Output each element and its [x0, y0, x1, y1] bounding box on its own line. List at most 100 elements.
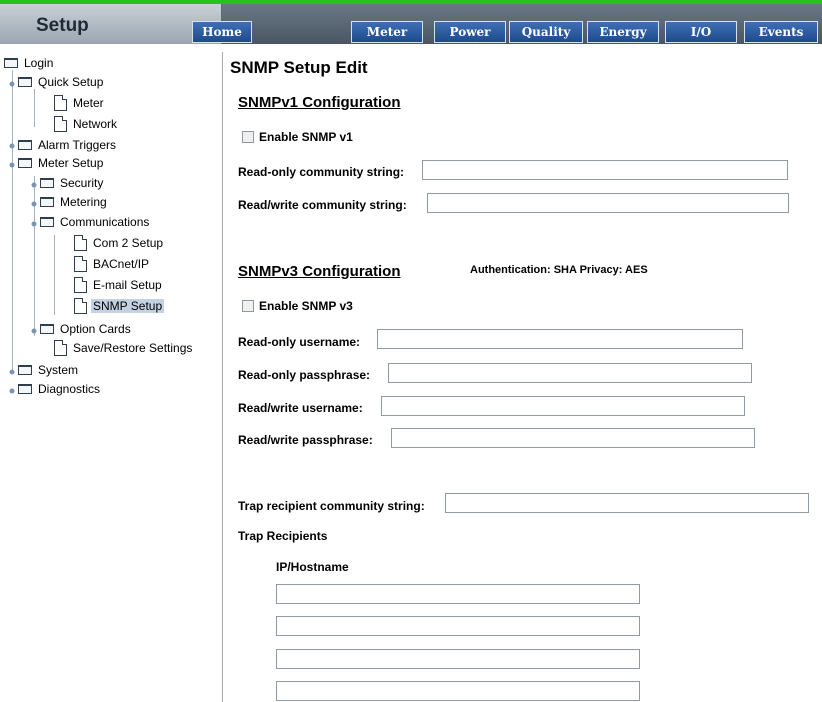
tree-item-save-restore[interactable]: Save/Restore Settings: [54, 339, 194, 357]
tree-item-label: Communications: [60, 215, 150, 229]
expand-toggle-icon[interactable]: [8, 161, 16, 169]
page-title: SNMP Setup Edit: [230, 58, 368, 77]
tree-item-label: SNMP Setup: [91, 299, 165, 313]
trap-recipient-input-2[interactable]: [276, 616, 640, 636]
page-icon: [54, 340, 67, 356]
tree-item-alarm-triggers[interactable]: Alarm Triggers: [18, 136, 118, 154]
folder-icon: [40, 324, 54, 334]
tree-item-label: Metering: [60, 195, 107, 209]
folder-icon: [40, 217, 54, 227]
tree-item-com2-setup[interactable]: Com 2 Setup: [74, 234, 165, 252]
nav-io-button[interactable]: I/O: [665, 21, 737, 43]
tree-item-security[interactable]: Security: [40, 174, 105, 192]
trap-community-input[interactable]: [445, 493, 809, 513]
enable-snmp-v1-checkbox[interactable]: [242, 131, 254, 143]
expand-toggle-icon[interactable]: [8, 368, 16, 376]
tree-item-label: Save/Restore Settings: [73, 341, 193, 355]
rw-passphrase-label: Read/write passphrase:: [238, 433, 373, 447]
main-content: SNMP Setup Edit SNMPv1 Configuration Ena…: [230, 52, 822, 702]
tree-item-label: Alarm Triggers: [38, 138, 117, 152]
sidebar-divider: [222, 52, 223, 702]
tree-item-label: E-mail Setup: [93, 278, 162, 292]
tree-item-bacnet-ip[interactable]: BACnet/IP: [74, 255, 151, 273]
tree-item-communications[interactable]: Communications: [40, 213, 151, 231]
folder-icon: [18, 77, 32, 87]
tree-item-label: Diagnostics: [38, 382, 101, 396]
tree-item-label: System: [38, 363, 79, 377]
tree-item-label: Com 2 Setup: [93, 236, 164, 250]
expand-toggle-icon[interactable]: [8, 142, 16, 150]
rw-community-input[interactable]: [427, 193, 789, 213]
trap-community-label: Trap recipient community string:: [238, 499, 425, 513]
tree-item-label: Meter: [73, 96, 104, 110]
ro-passphrase-input[interactable]: [388, 363, 752, 383]
tree-item-label: Security: [60, 176, 104, 190]
tree-item-label: BACnet/IP: [93, 257, 150, 271]
tree-connector: [54, 235, 55, 315]
rw-username-label: Read/write username:: [238, 401, 363, 415]
rw-passphrase-input[interactable]: [391, 428, 755, 448]
ro-community-input[interactable]: [422, 160, 788, 180]
folder-icon: [18, 140, 32, 150]
ro-community-label: Read-only community string:: [238, 165, 405, 179]
ro-username-label: Read-only username:: [238, 335, 361, 349]
tree-item-label: Network: [73, 117, 118, 131]
rw-username-input[interactable]: [381, 396, 745, 416]
tree-item-label: Quick Setup: [38, 75, 104, 89]
tree-item-option-cards[interactable]: Option Cards: [40, 320, 133, 338]
page-icon: [74, 235, 87, 251]
trap-recipient-input-1[interactable]: [276, 584, 640, 604]
tree-item-metering[interactable]: Metering: [40, 193, 109, 211]
trap-recipient-input-4[interactable]: [276, 681, 640, 701]
nav-home-button[interactable]: Home: [192, 21, 252, 43]
nav-meter-button[interactable]: Meter: [351, 21, 423, 43]
enable-snmp-v3-label: Enable SNMP v3: [259, 299, 353, 313]
tree-item-label: Option Cards: [60, 322, 131, 336]
trap-recipient-input-3[interactable]: [276, 649, 640, 669]
tree-connector: [34, 89, 35, 127]
tree-item-meter-setup[interactable]: Meter Setup: [18, 154, 105, 172]
tree-item-login[interactable]: Login: [4, 54, 55, 72]
ro-username-input[interactable]: [377, 329, 743, 349]
folder-icon: [18, 158, 32, 168]
snmpv1-section-title: SNMPv1 Configuration: [238, 94, 401, 111]
ip-hostname-header: IP/Hostname: [276, 560, 349, 574]
nav-quality-button[interactable]: Quality: [509, 21, 583, 43]
tree-item-network[interactable]: Network: [54, 115, 119, 133]
expand-toggle-icon[interactable]: [30, 181, 38, 189]
expand-toggle-icon[interactable]: [30, 327, 38, 335]
sidebar-tree: Login Quick Setup Meter Network Alarm Tr…: [0, 52, 222, 702]
tree-item-quick-setup[interactable]: Quick Setup: [18, 73, 105, 91]
auth-info: Authentication: SHA Privacy: AES: [470, 264, 648, 276]
expand-toggle-icon[interactable]: [30, 220, 38, 228]
folder-icon: [40, 178, 54, 188]
tree-item-meter[interactable]: Meter: [54, 94, 106, 112]
tree-item-system[interactable]: System: [18, 361, 80, 379]
folder-icon: [18, 384, 32, 394]
page-icon: [74, 256, 87, 272]
tree-item-diagnostics[interactable]: Diagnostics: [18, 380, 102, 398]
expand-toggle-icon[interactable]: [30, 200, 38, 208]
expand-toggle-icon[interactable]: [8, 80, 16, 88]
nav-energy-button[interactable]: Energy: [587, 21, 659, 43]
nav-power-button[interactable]: Power: [434, 21, 506, 43]
folder-icon: [40, 197, 54, 207]
section-title: Setup: [0, 4, 222, 44]
nav-events-button[interactable]: Events: [744, 21, 818, 43]
page-icon: [54, 116, 67, 132]
page-icon: [74, 298, 87, 314]
snmpv3-section-title: SNMPv3 Configuration: [238, 263, 401, 280]
tree-item-label: Meter Setup: [38, 156, 104, 170]
ro-passphrase-label: Read-only passphrase:: [238, 368, 371, 382]
page-icon: [74, 277, 87, 293]
folder-icon: [4, 58, 18, 68]
tree-item-label: Login: [24, 56, 54, 70]
expand-toggle-icon[interactable]: [8, 387, 16, 395]
folder-icon: [18, 365, 32, 375]
trap-recipients-label: Trap Recipients: [238, 529, 328, 543]
enable-snmp-v1-label: Enable SNMP v1: [259, 130, 353, 144]
tree-item-snmp-setup[interactable]: SNMP Setup: [74, 297, 165, 315]
enable-snmp-v3-checkbox[interactable]: [242, 300, 254, 312]
tree-connector: [12, 70, 13, 370]
tree-item-email-setup[interactable]: E-mail Setup: [74, 276, 164, 294]
